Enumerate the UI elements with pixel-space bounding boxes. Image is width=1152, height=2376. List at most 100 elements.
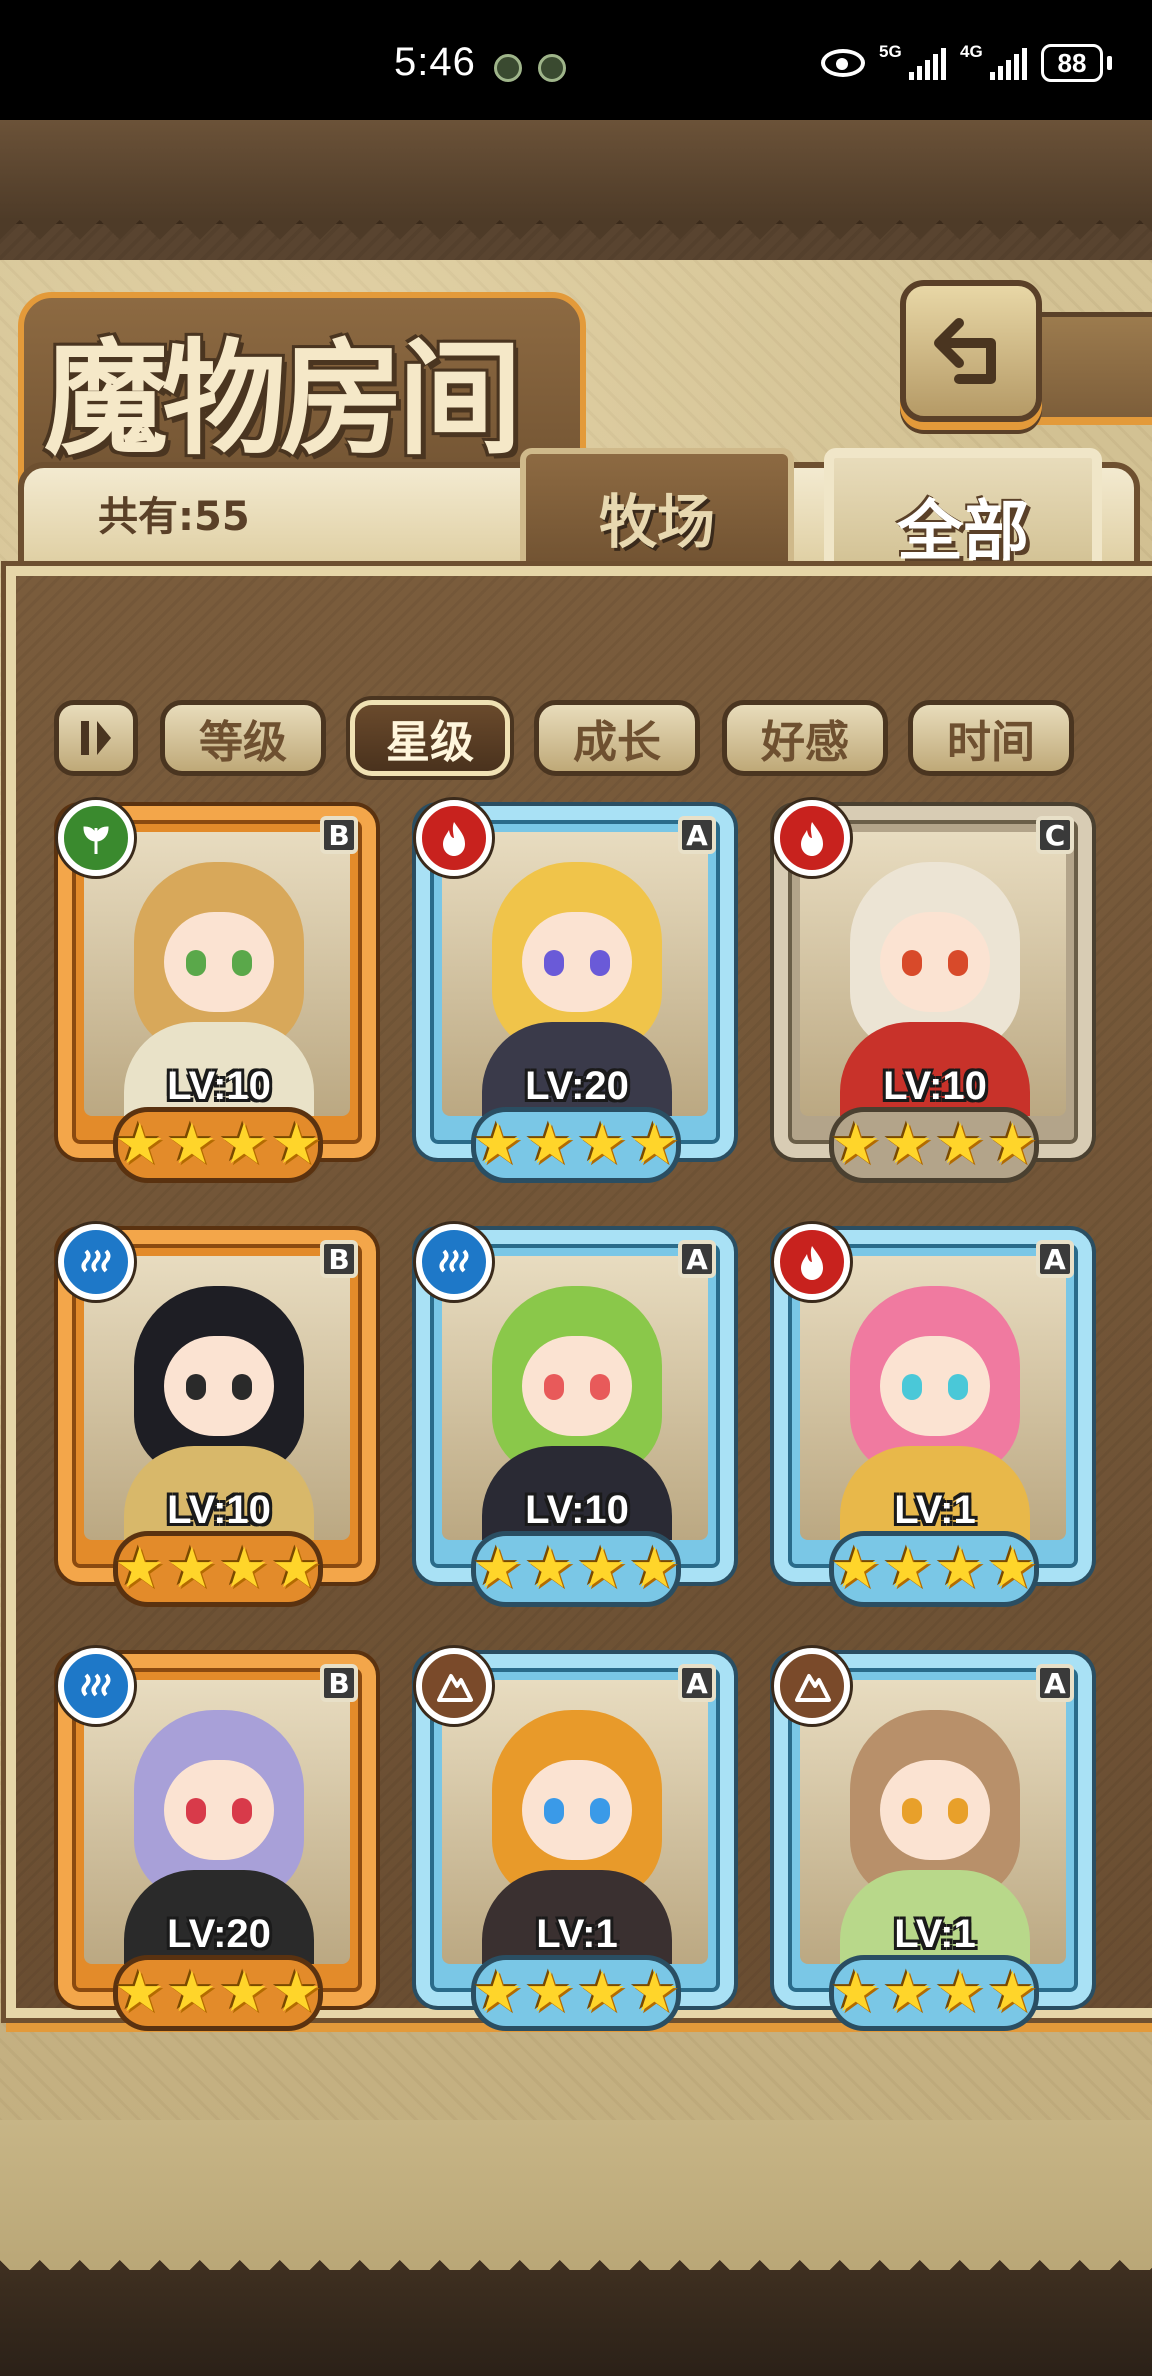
- monster-level: LV:1: [894, 1912, 976, 1956]
- monster-card[interactable]: A LV:1 ★ ★ ★ ★: [770, 1644, 1098, 2040]
- rank-badge: A: [1036, 1664, 1074, 1702]
- monster-level: LV:10: [525, 1488, 629, 1532]
- monster-eye: [232, 950, 252, 976]
- filter-time[interactable]: 时间: [908, 700, 1074, 776]
- star-icon: ★: [166, 1960, 217, 2025]
- fire-element-icon: [774, 1224, 850, 1300]
- notification-icon: [494, 54, 522, 82]
- star-icon: ★: [882, 1960, 933, 2025]
- rank-badge: A: [678, 816, 716, 854]
- filter-affinity[interactable]: 好感: [722, 700, 888, 776]
- monster-level: LV:1: [894, 1488, 976, 1532]
- fire-element-icon: [416, 800, 492, 876]
- notification-icon: [538, 54, 566, 82]
- star-icon: ★: [882, 1112, 933, 1177]
- monster-eye: [590, 1374, 610, 1400]
- star-icon: ★: [935, 1960, 986, 2025]
- star-icon: ★: [987, 1960, 1038, 2025]
- star-icon: ★: [935, 1112, 986, 1177]
- monster-card[interactable]: B LV:20 ★ ★ ★ ★: [54, 1644, 382, 2040]
- filter-star[interactable]: 星级: [350, 700, 510, 776]
- star-icon: ★: [629, 1112, 680, 1177]
- filter-growth[interactable]: 成长: [534, 700, 700, 776]
- fire-element-icon: [774, 800, 850, 876]
- rank-badge: A: [1036, 1240, 1074, 1278]
- back-rail: [1030, 312, 1152, 425]
- earth-element-icon: [416, 1648, 492, 1724]
- monster-eye: [590, 950, 610, 976]
- monster-face: [880, 912, 990, 1012]
- star-icon: ★: [935, 1536, 986, 1601]
- monster-face: [880, 1336, 990, 1436]
- star-icon: ★: [472, 1536, 523, 1601]
- earth-element-icon: [774, 1648, 850, 1724]
- star-icon: ★: [271, 1112, 322, 1177]
- star-rating: ★ ★ ★ ★: [830, 1112, 1037, 1178]
- monster-eye: [186, 1374, 206, 1400]
- monster-eye: [544, 1374, 564, 1400]
- star-icon: ★: [524, 1536, 575, 1601]
- eye-comfort-icon: [821, 49, 865, 77]
- star-rating: ★ ★ ★ ★: [114, 1960, 322, 2026]
- star-rating: ★ ★ ★ ★: [830, 1960, 1038, 2026]
- star-icon: ★: [577, 1112, 628, 1177]
- star-icon: ★: [114, 1960, 165, 2025]
- monster-card[interactable]: A LV:20 ★ ★ ★ ★: [412, 796, 740, 1192]
- star-icon: ★: [629, 1960, 680, 2025]
- monster-eye: [186, 1798, 206, 1824]
- star-icon: ★: [219, 1536, 270, 1601]
- rank-badge: B: [320, 1664, 358, 1702]
- monster-eye: [902, 1798, 922, 1824]
- star-icon: ★: [166, 1536, 217, 1601]
- monster-level: LV:1: [536, 1912, 618, 1956]
- rank-badge: C: [1036, 816, 1074, 854]
- star-rating: ★ ★ ★ ★: [115, 1112, 322, 1178]
- water-element-icon: [58, 1224, 134, 1300]
- star-icon: ★: [830, 1112, 881, 1177]
- star-rating: ★ ★ ★ ★: [831, 1536, 1037, 1602]
- monster-card[interactable]: A LV:10 ★ ★ ★ ★: [412, 1220, 740, 1616]
- monster-face: [522, 912, 632, 1012]
- star-icon: ★: [830, 1960, 881, 2025]
- star-icon: ★: [219, 1112, 270, 1177]
- star-icon: ★: [524, 1112, 575, 1177]
- star-icon: ★: [882, 1536, 933, 1601]
- monster-eye: [544, 950, 564, 976]
- monster-card[interactable]: B LV:10 ★ ★ ★ ★: [54, 1220, 382, 1616]
- monster-eye: [544, 1798, 564, 1824]
- monster-level: LV:10: [167, 1488, 271, 1532]
- monster-face: [164, 1760, 274, 1860]
- signal-5g-icon: 5G: [879, 42, 946, 80]
- rank-badge: B: [320, 1240, 358, 1278]
- rank-badge: B: [320, 816, 358, 854]
- rank-badge: A: [678, 1240, 716, 1278]
- parchment-edge-bottom: [0, 2120, 1152, 2280]
- sort-order-button[interactable]: [54, 700, 138, 776]
- monster-card[interactable]: A LV:1 ★ ★ ★ ★: [770, 1220, 1098, 1616]
- star-icon: ★: [577, 1536, 628, 1601]
- tab-ranch[interactable]: 牧场: [520, 448, 794, 580]
- star-rating: ★ ★ ★ ★: [472, 1960, 680, 2026]
- star-icon: ★: [219, 1960, 270, 2025]
- return-arrow-icon: [934, 318, 996, 384]
- monster-eye: [186, 950, 206, 976]
- star-icon: ★: [577, 1960, 628, 2025]
- monster-card[interactable]: C LV:10 ★ ★ ★ ★: [770, 796, 1098, 1192]
- monster-face: [880, 1760, 990, 1860]
- filter-level[interactable]: 等级: [160, 700, 326, 776]
- monster-eye: [902, 1374, 922, 1400]
- status-time: 5:46: [394, 40, 476, 84]
- star-icon: ★: [114, 1536, 165, 1601]
- water-element-icon: [58, 1648, 134, 1724]
- monster-count: 共有:55: [98, 494, 250, 540]
- back-button[interactable]: [900, 280, 1042, 422]
- monster-face: [522, 1760, 632, 1860]
- monster-card[interactable]: B LV:10 ★ ★ ★ ★: [54, 796, 382, 1192]
- star-icon: ★: [472, 1960, 523, 2025]
- star-icon: ★: [271, 1960, 322, 2025]
- rank-badge: A: [678, 1664, 716, 1702]
- monster-card[interactable]: A LV:1 ★ ★ ★ ★: [412, 1644, 740, 2040]
- star-icon: ★: [524, 1960, 575, 2025]
- monster-level: LV:10: [167, 1064, 271, 1108]
- monster-face: [164, 1336, 274, 1436]
